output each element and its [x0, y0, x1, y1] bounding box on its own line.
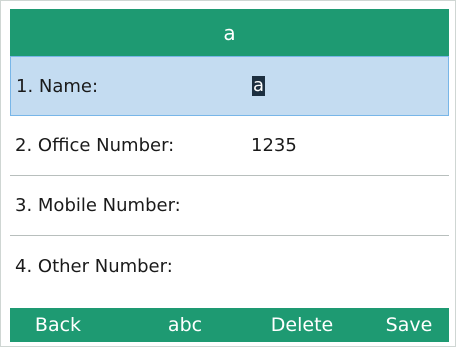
phone-display-frame: a 1. Name: a 2. Office Number: 1235 3. M…: [0, 0, 456, 347]
name-field-value: a: [252, 75, 266, 96]
phone-screen: a 1. Name: a 2. Office Number: 1235 3. M…: [10, 9, 449, 342]
name-field-label: 1. Name:: [16, 75, 99, 97]
input-mode-softkey[interactable]: abc: [145, 308, 225, 342]
save-softkey[interactable]: Save: [374, 308, 444, 342]
delete-softkey[interactable]: Delete: [252, 308, 352, 342]
title-bar: a: [10, 9, 449, 56]
softkey-bar: Back abc Delete Save: [10, 308, 449, 342]
mobile-number-label: 3. Mobile Number:: [15, 195, 181, 216]
other-number-row[interactable]: 4. Other Number:: [10, 236, 449, 308]
name-field-input[interactable]: a: [252, 57, 266, 115]
page-title: a: [223, 20, 236, 45]
other-number-label: 4. Other Number:: [15, 255, 173, 277]
office-number-row[interactable]: 2. Office Number: 1235: [10, 116, 449, 176]
back-softkey[interactable]: Back: [18, 308, 98, 342]
office-number-label: 2. Office Number:: [15, 135, 175, 156]
office-number-value[interactable]: 1235: [251, 116, 297, 175]
name-field-row[interactable]: 1. Name: a: [10, 56, 449, 116]
mobile-number-row[interactable]: 3. Mobile Number:: [10, 176, 449, 236]
